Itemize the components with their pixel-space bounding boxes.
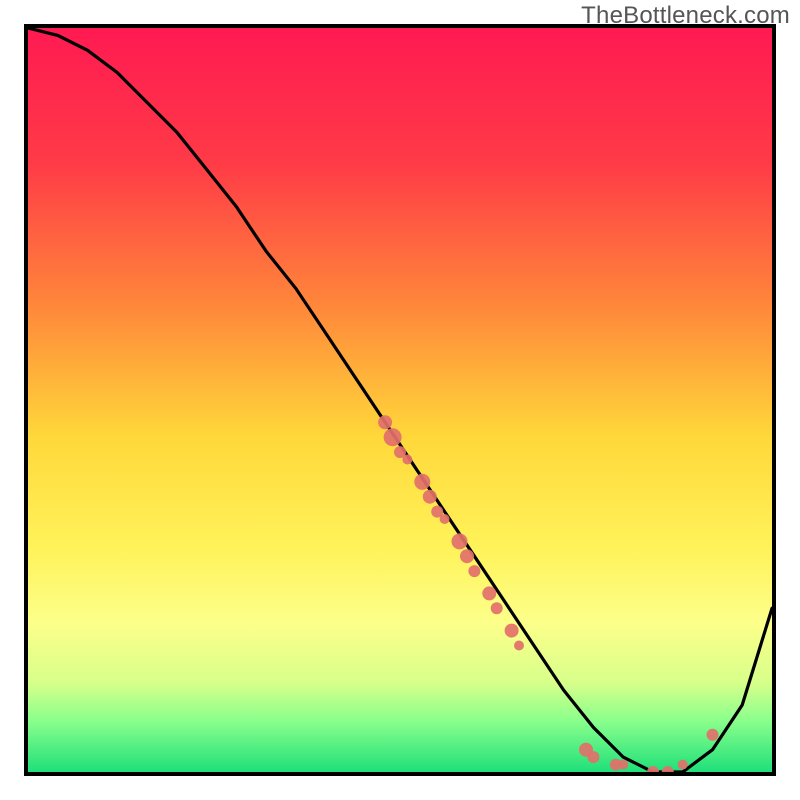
scatter-point [647, 766, 659, 772]
scatter-point [423, 490, 437, 504]
bottleneck-curve [28, 28, 772, 772]
chart-svg [28, 28, 772, 772]
scatter-point [678, 760, 688, 770]
scatter-point [378, 415, 392, 429]
scatter-points [378, 415, 718, 772]
scatter-point [452, 533, 468, 549]
scatter-point [402, 455, 412, 465]
chart-panel [24, 24, 776, 776]
scatter-point [505, 624, 519, 638]
scatter-point [440, 514, 450, 524]
scatter-point [414, 474, 430, 490]
scatter-point [707, 729, 719, 741]
scatter-point [482, 586, 496, 600]
scatter-point [618, 760, 628, 770]
chart-stage: TheBottleneck.com [0, 0, 800, 800]
scatter-point [460, 549, 474, 563]
scatter-point [587, 751, 599, 763]
scatter-point [384, 428, 402, 446]
scatter-point [514, 641, 524, 651]
scatter-point [491, 602, 503, 614]
scatter-point [662, 766, 674, 772]
scatter-point [468, 565, 480, 577]
